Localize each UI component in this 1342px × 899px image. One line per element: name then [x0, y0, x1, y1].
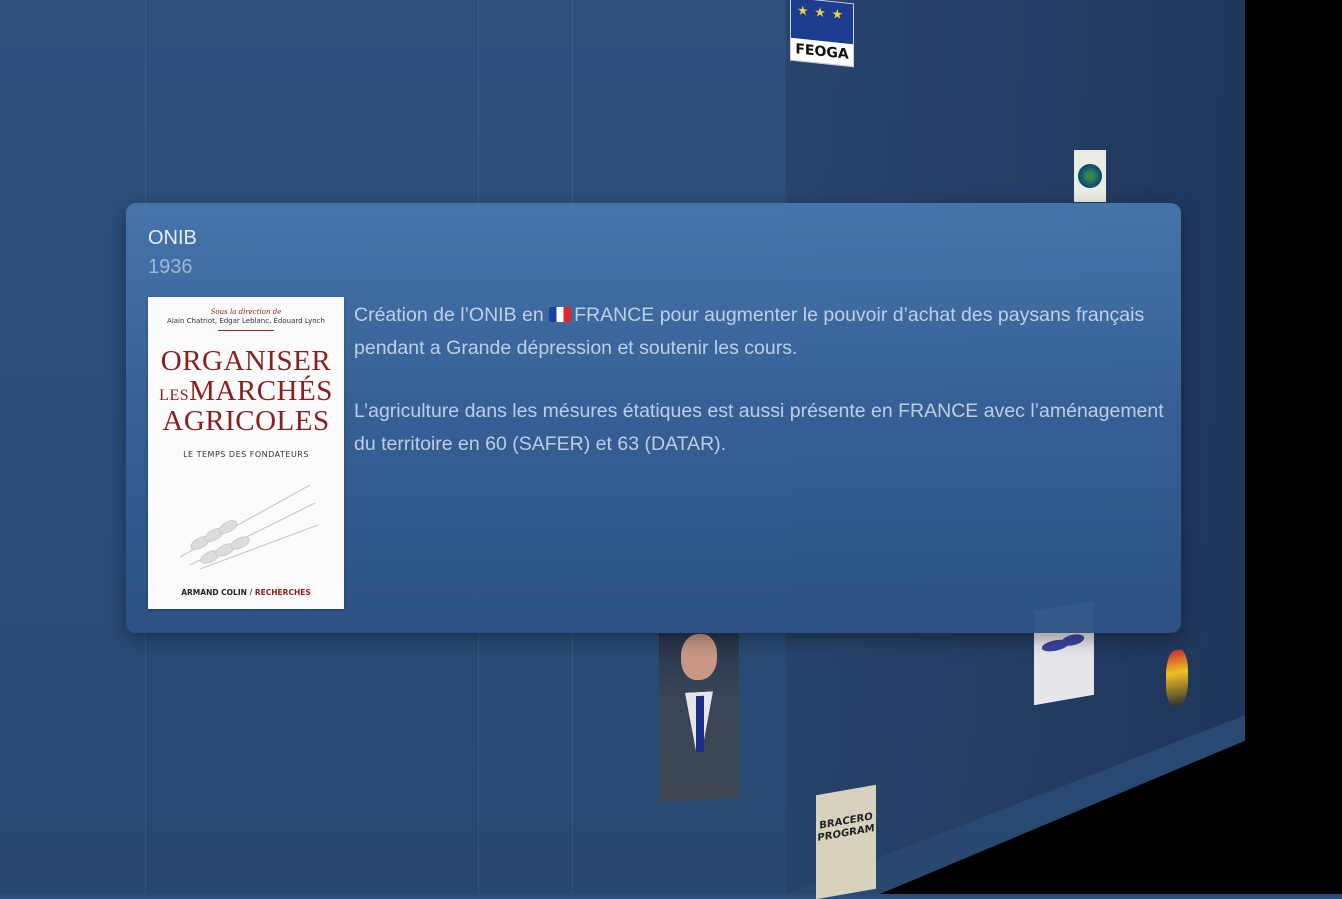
- book-title-line2: LESMARCHÉS: [148, 375, 344, 408]
- portrait-tie: [696, 695, 704, 753]
- portrait-head: [681, 633, 717, 681]
- event-title: ONIB: [148, 227, 197, 249]
- book-editors: Alain Chatriot, Edgar Leblanc, Édouard L…: [167, 317, 325, 325]
- book-title-line1: ORGANISER: [160, 345, 332, 377]
- book-divider: [218, 330, 274, 331]
- book-publisher-series: RECHERCHES: [254, 588, 311, 597]
- bracero-poster[interactable]: BRACERO PROGRAM: [816, 784, 876, 899]
- book-subtitle: LE TEMPS DES FONDATEURS: [183, 450, 309, 459]
- event-detail-card[interactable]: ONIB 1936 Sous la direction de Alain Cha…: [126, 203, 1181, 633]
- book-title-line3: AGRICOLES: [162, 405, 330, 437]
- book-editors-intro: Sous la direction de: [210, 308, 282, 316]
- colorful-logo[interactable]: [1166, 648, 1188, 708]
- portrait-photo[interactable]: [659, 627, 739, 803]
- feoga-logo[interactable]: ★ ★ ★ FEOGA: [790, 0, 854, 68]
- wheat-illustration-icon: [179, 484, 319, 570]
- book-title-line2-main: MARCHÉS: [189, 375, 333, 407]
- description-paragraph-1-start: Création de l’ONIB en: [354, 304, 550, 326]
- description-paragraph-1: Création de l’ONIB en FRANCE pour augmen…: [354, 299, 1169, 365]
- bracero-poster-text: BRACERO PROGRAM: [817, 811, 875, 845]
- france-flag-icon: [549, 307, 572, 322]
- book-title-line2-small: LES: [159, 387, 190, 404]
- book-cover-image[interactable]: Sous la direction de Alain Chatriot, Edg…: [148, 297, 344, 609]
- event-description: Création de l’ONIB en FRANCE pour augmen…: [354, 299, 1169, 491]
- description-paragraph-2: L’agriculture dans les mésures étatiques…: [354, 400, 1164, 455]
- globe-logo[interactable]: [1074, 150, 1106, 202]
- event-year: 1936: [148, 256, 193, 278]
- book-publisher-separator: /: [246, 588, 255, 597]
- book-publisher-name: ARMAND COLIN: [181, 588, 247, 597]
- eu-stars-icon: ★ ★ ★: [797, 2, 845, 23]
- book-publisher: ARMAND COLIN / RECHERCHES: [148, 588, 344, 597]
